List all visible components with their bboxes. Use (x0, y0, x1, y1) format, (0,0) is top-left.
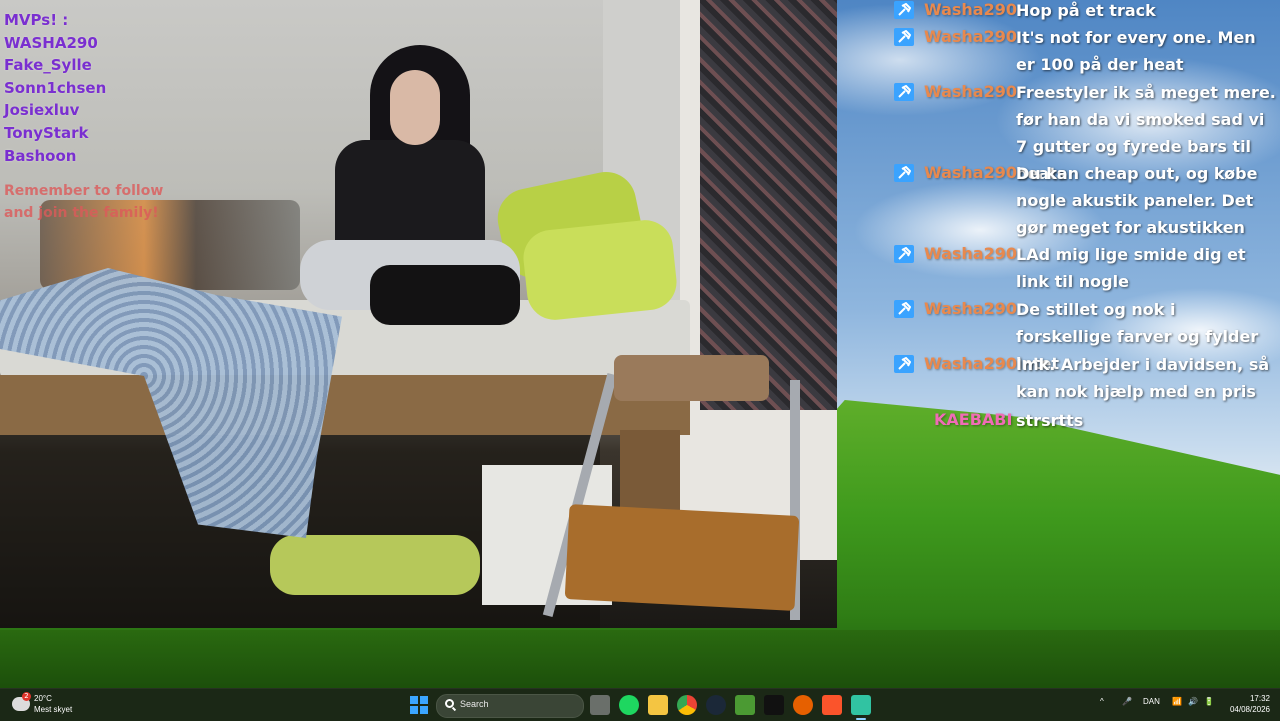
search-placeholder: Search (460, 699, 489, 709)
weather-condition: Mest skyet (34, 705, 73, 714)
language-indicator[interactable]: DAN (1143, 697, 1160, 706)
chat-text: LAd mig lige smide dig et link til nogle (1016, 245, 1246, 291)
chat-username[interactable]: Washa290 (924, 28, 1017, 46)
streamlabs-icon[interactable] (851, 695, 871, 715)
mvp-entry: Sonn1chsen (4, 78, 107, 97)
chat-username[interactable]: Washa290 (924, 355, 1017, 373)
webcam-person-face (390, 70, 440, 145)
follow-reminder: Remember to follow and join the family! (4, 183, 164, 221)
wallpaper-hill-foreground (0, 630, 1280, 688)
webcam-bed-frame (0, 375, 690, 435)
chat-username[interactable]: KAEBABI (934, 411, 1012, 429)
volume-icon[interactable]: 🔊 (1188, 697, 1198, 706)
notification-badge: 2 (22, 692, 31, 701)
clock-date: 04/08/2026 (1229, 705, 1270, 714)
wifi-icon[interactable]: 📶 (1172, 697, 1182, 706)
hammer-badge-icon (894, 28, 914, 46)
search-icon-handle (451, 706, 457, 712)
mvp-entry: WASHA290 (4, 33, 98, 52)
mvp-entry: Fake_Sylle (4, 56, 92, 75)
chat-username[interactable]: Washa290 (924, 83, 1017, 101)
chat-text: Imk. Arbejder i davidsen, så kan nok hjæ… (1016, 355, 1270, 401)
mvp-list: MVPs! : WASHA290 Fake_Sylle Sonn1chsen J… (4, 9, 106, 167)
weather-temperature: 20°C (34, 694, 52, 703)
hammer-badge-icon (894, 245, 914, 263)
file-explorer-icon[interactable] (648, 695, 668, 715)
windows-logo-icon (420, 706, 428, 714)
chat-text: It's not for every one. Men er 100 på de… (1016, 28, 1256, 74)
mvp-entry: Josiexluv (4, 101, 80, 120)
webcam-bag (370, 265, 520, 325)
windows-logo-icon (410, 706, 418, 714)
microphone-icon[interactable]: 🎤 (1122, 697, 1132, 706)
hammer-badge-icon (894, 1, 914, 19)
hammer-badge-icon (894, 164, 914, 182)
chat-username[interactable]: Washa290 (924, 300, 1017, 318)
chat-text: strsrtts (1016, 411, 1084, 430)
webcam-floor-pillow (270, 535, 480, 595)
mvp-entry: TonyStark (4, 123, 89, 142)
chat-username[interactable]: Washa290 (924, 1, 1017, 19)
webcam-pillow (520, 217, 680, 323)
capcut-icon[interactable] (764, 695, 784, 715)
webcam-hanging-coat (700, 0, 837, 410)
hammer-badge-icon (894, 83, 914, 101)
chrome-icon[interactable] (677, 695, 697, 715)
clock-time: 17:32 (1249, 694, 1270, 703)
chevron-up-icon[interactable]: ^ (1100, 697, 1104, 706)
firefox-icon[interactable] (793, 695, 813, 715)
weather-widget[interactable]: 2 20°C Mest skyet (12, 692, 102, 717)
task-view-icon[interactable] (590, 695, 610, 715)
chat-username[interactable]: Washa290 (924, 164, 1017, 182)
webcam-chair-back (614, 355, 769, 401)
mvp-title: MVPs! : (4, 11, 69, 29)
brave-icon[interactable] (822, 695, 842, 715)
chat-text: Du kan cheap out, og købe nogle akustik … (1016, 164, 1258, 237)
chat-text: Hop på et track (1016, 1, 1156, 20)
clock[interactable]: 17:32 04/08/2026 (1226, 693, 1270, 715)
hammer-badge-icon (894, 355, 914, 373)
taskbar: 2 20°C Mest skyet Search ^ 🎤 DAN 📶 🔊 🔋 1… (0, 688, 1280, 721)
battery-icon[interactable]: 🔋 (1204, 697, 1214, 706)
chat-username[interactable]: Washa290 (924, 245, 1017, 263)
steam-icon[interactable] (706, 695, 726, 715)
spotify-icon[interactable] (619, 695, 639, 715)
taskbar-search[interactable]: Search (436, 694, 584, 718)
webcam-chair-seat (564, 504, 800, 611)
hammer-badge-icon (894, 300, 914, 318)
windows-logo-icon (420, 696, 428, 704)
mvp-entry: Bashoon (4, 146, 77, 165)
minecraft-icon[interactable] (735, 695, 755, 715)
windows-logo-icon (410, 696, 418, 704)
webcam-feed: MVPs! : WASHA290 Fake_Sylle Sonn1chsen J… (0, 0, 837, 628)
start-button[interactable] (410, 696, 428, 714)
